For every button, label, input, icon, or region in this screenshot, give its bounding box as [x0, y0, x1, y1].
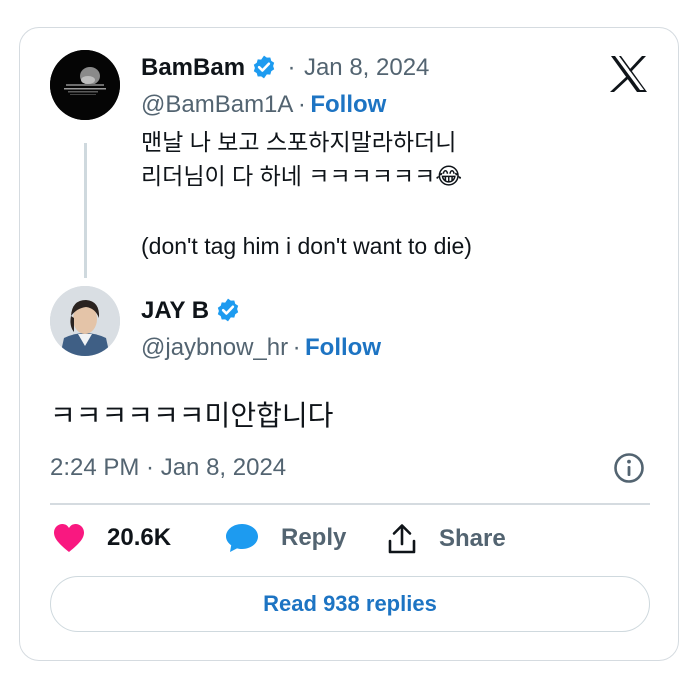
- quoted-handle[interactable]: @BamBam1A: [141, 91, 293, 118]
- quoted-handle-separator: ·: [297, 91, 306, 118]
- main-handle[interactable]: @jaybnow_hr: [141, 334, 288, 361]
- reply-label: Reply: [281, 524, 347, 551]
- bambam-avatar[interactable]: [50, 50, 120, 120]
- quoted-follow-link[interactable]: Follow: [310, 91, 386, 118]
- quoted-author-name[interactable]: BamBam: [141, 54, 245, 81]
- quoted-text-line3: (don't tag him i don't want to die): [141, 233, 472, 259]
- quoted-handle-row: @BamBam1A · Follow: [141, 90, 386, 123]
- quoted-text-line2: 리더님이 다 하네 ㅋㅋㅋㅋㅋㅋ😂: [141, 163, 463, 189]
- verified-badge-icon: [253, 55, 275, 79]
- like-button[interactable]: 20.6K: [53, 523, 171, 553]
- jayb-avatar-image: [50, 286, 120, 356]
- thread-connector-line: [84, 143, 87, 278]
- quoted-tweet-header: BamBam · Jan 8, 2024: [141, 53, 429, 86]
- main-tweet-header: JAY B: [141, 296, 241, 329]
- bambam-avatar-image: [50, 50, 120, 120]
- action-divider: [50, 503, 650, 505]
- share-button[interactable]: Share: [387, 523, 506, 555]
- info-icon[interactable]: [613, 452, 645, 484]
- quoted-separator: ·: [287, 54, 296, 81]
- quoted-date[interactable]: Jan 8, 2024: [304, 54, 429, 81]
- main-author-name[interactable]: JAY B: [141, 297, 209, 324]
- main-handle-row: @jaybnow_hr · Follow: [141, 333, 381, 366]
- x-logo-icon[interactable]: [609, 55, 649, 93]
- reply-bubble-icon: [226, 524, 258, 552]
- read-replies-button[interactable]: Read 938 replies: [50, 576, 650, 632]
- quoted-text-line1: 맨날 나 보고 스포하지말라하더니: [141, 129, 457, 155]
- read-replies-label: Read 938 replies: [263, 591, 437, 616]
- main-follow-link[interactable]: Follow: [305, 334, 381, 361]
- share-icon: [388, 524, 416, 554]
- jayb-avatar[interactable]: [50, 286, 120, 356]
- main-tweet-text: ㅋㅋㅋㅋㅋㅋ미안합니다: [50, 400, 334, 431]
- likes-count: 20.6K: [107, 524, 172, 551]
- share-label: Share: [439, 525, 506, 552]
- embedded-tweet-card: BamBam · Jan 8, 2024 @BamBam1A · Follow …: [19, 27, 679, 661]
- reply-button[interactable]: Reply: [225, 523, 346, 553]
- verified-badge-icon: [217, 298, 239, 322]
- main-tweet-timestamp[interactable]: 2:24 PM · Jan 8, 2024: [50, 453, 286, 483]
- main-handle-separator: ·: [292, 334, 301, 361]
- heart-icon: [54, 524, 84, 552]
